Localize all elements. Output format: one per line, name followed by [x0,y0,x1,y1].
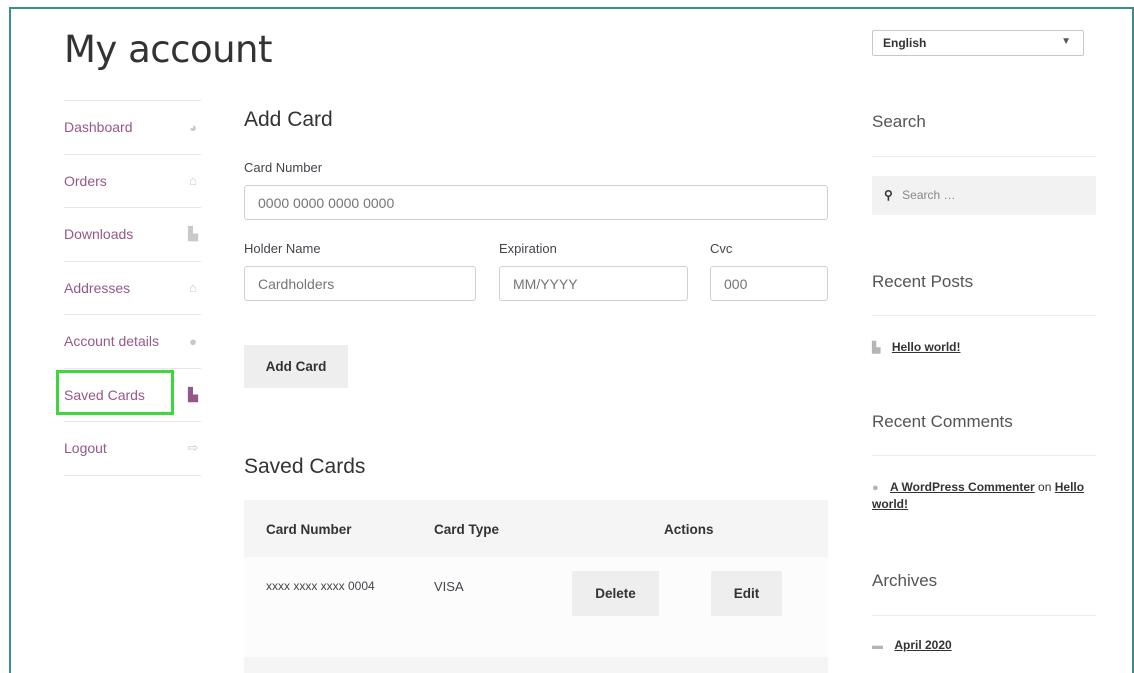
nav-item-account-details[interactable]: Account details ● [64,315,201,369]
divider [872,156,1096,157]
divider [872,615,1096,616]
nav-item-logout[interactable]: Logout ⇨ [64,422,201,476]
nav-item-dashboard[interactable]: Dashboard ◕ [64,101,201,155]
highlight-box [56,370,174,415]
card-number-input[interactable] [244,185,828,220]
card-number-label: Card Number [244,160,323,175]
expiration-label: Expiration [499,241,557,256]
delete-card-button[interactable]: Delete [572,571,659,616]
column-header-actions: Actions [664,522,714,537]
folder-icon: ▬ [872,640,883,652]
comment-icon: ● [872,482,879,494]
archives-title: Archives [872,571,938,590]
add-card-button[interactable]: Add Card [244,345,348,388]
add-card-heading: Add Card [244,108,333,131]
nav-item-label: Dashboard [64,119,133,136]
account-navigation: Dashboard ◕ Orders ⌂ Downloads ▙ Address… [64,100,201,476]
recent-posts-title: Recent Posts [872,272,974,291]
search-input[interactable]: ⚲ Search … [872,176,1096,215]
nav-item-addresses[interactable]: Addresses ⌂ [64,262,201,315]
comment-author-link[interactable]: A WordPress Commenter [890,480,1035,494]
table-row: xxxx xxxx xxxx 0004 VISA Delete Edit [244,557,828,657]
saved-cards-heading: Saved Cards [244,455,366,478]
card-number-cell: xxxx xxxx xxxx 0004 [266,579,375,593]
search-icon: ⚲ [884,188,893,202]
saved-cards-table-header: Card Number Card Type Actions [244,500,828,557]
holder-name-input[interactable] [244,266,476,301]
page-title: My account [64,28,273,71]
nav-item-label: Addresses [64,279,131,296]
card-type-cell: VISA [434,579,464,594]
nav-item-label: Account details [64,333,159,350]
dashboard-icon: ◕ [189,119,197,135]
file-icon: ▙ [188,386,198,402]
recent-comment-item: ● A WordPress Commenter on Hello world! [872,479,1096,512]
language-select[interactable]: English ▼ [872,30,1084,56]
expiration-input[interactable] [499,266,688,301]
comment-on-text: on [1038,480,1052,494]
recent-comments-title: Recent Comments [872,412,1013,431]
nav-item-downloads[interactable]: Downloads ▙ [64,208,201,262]
nav-item-label: Downloads [64,226,134,243]
holder-name-label: Holder Name [244,241,321,256]
home-icon: ⌂ [189,280,197,296]
cvc-input[interactable] [710,266,828,301]
nav-item-orders[interactable]: Orders ⌂ [64,155,201,208]
user-icon: ● [189,333,197,349]
edit-card-button[interactable]: Edit [711,571,782,616]
basket-icon: ⌂ [189,173,197,189]
file-icon: ▙ [188,226,198,242]
cvc-label: Cvc [710,241,733,256]
sign-out-icon: ⇨ [187,440,199,456]
recent-post-item: ▙ Hello world! [872,340,960,354]
document-icon: ▙ [872,342,881,354]
search-widget-title: Search [872,112,926,131]
recent-post-link[interactable]: Hello world! [892,340,961,354]
column-header-card-type: Card Type [434,522,500,537]
chevron-down-icon: ▼ [1061,36,1071,47]
language-value: English [883,36,927,50]
archive-link[interactable]: April 2020 [894,638,951,652]
divider [872,315,1096,316]
search-placeholder: Search … [902,188,956,202]
nav-item-label: Orders [64,172,107,189]
archive-item: ▬ April 2020 [872,638,952,652]
table-row [244,657,828,673]
column-header-card-number: Card Number [266,522,352,537]
nav-item-label: Logout [64,440,107,457]
divider [872,455,1096,456]
